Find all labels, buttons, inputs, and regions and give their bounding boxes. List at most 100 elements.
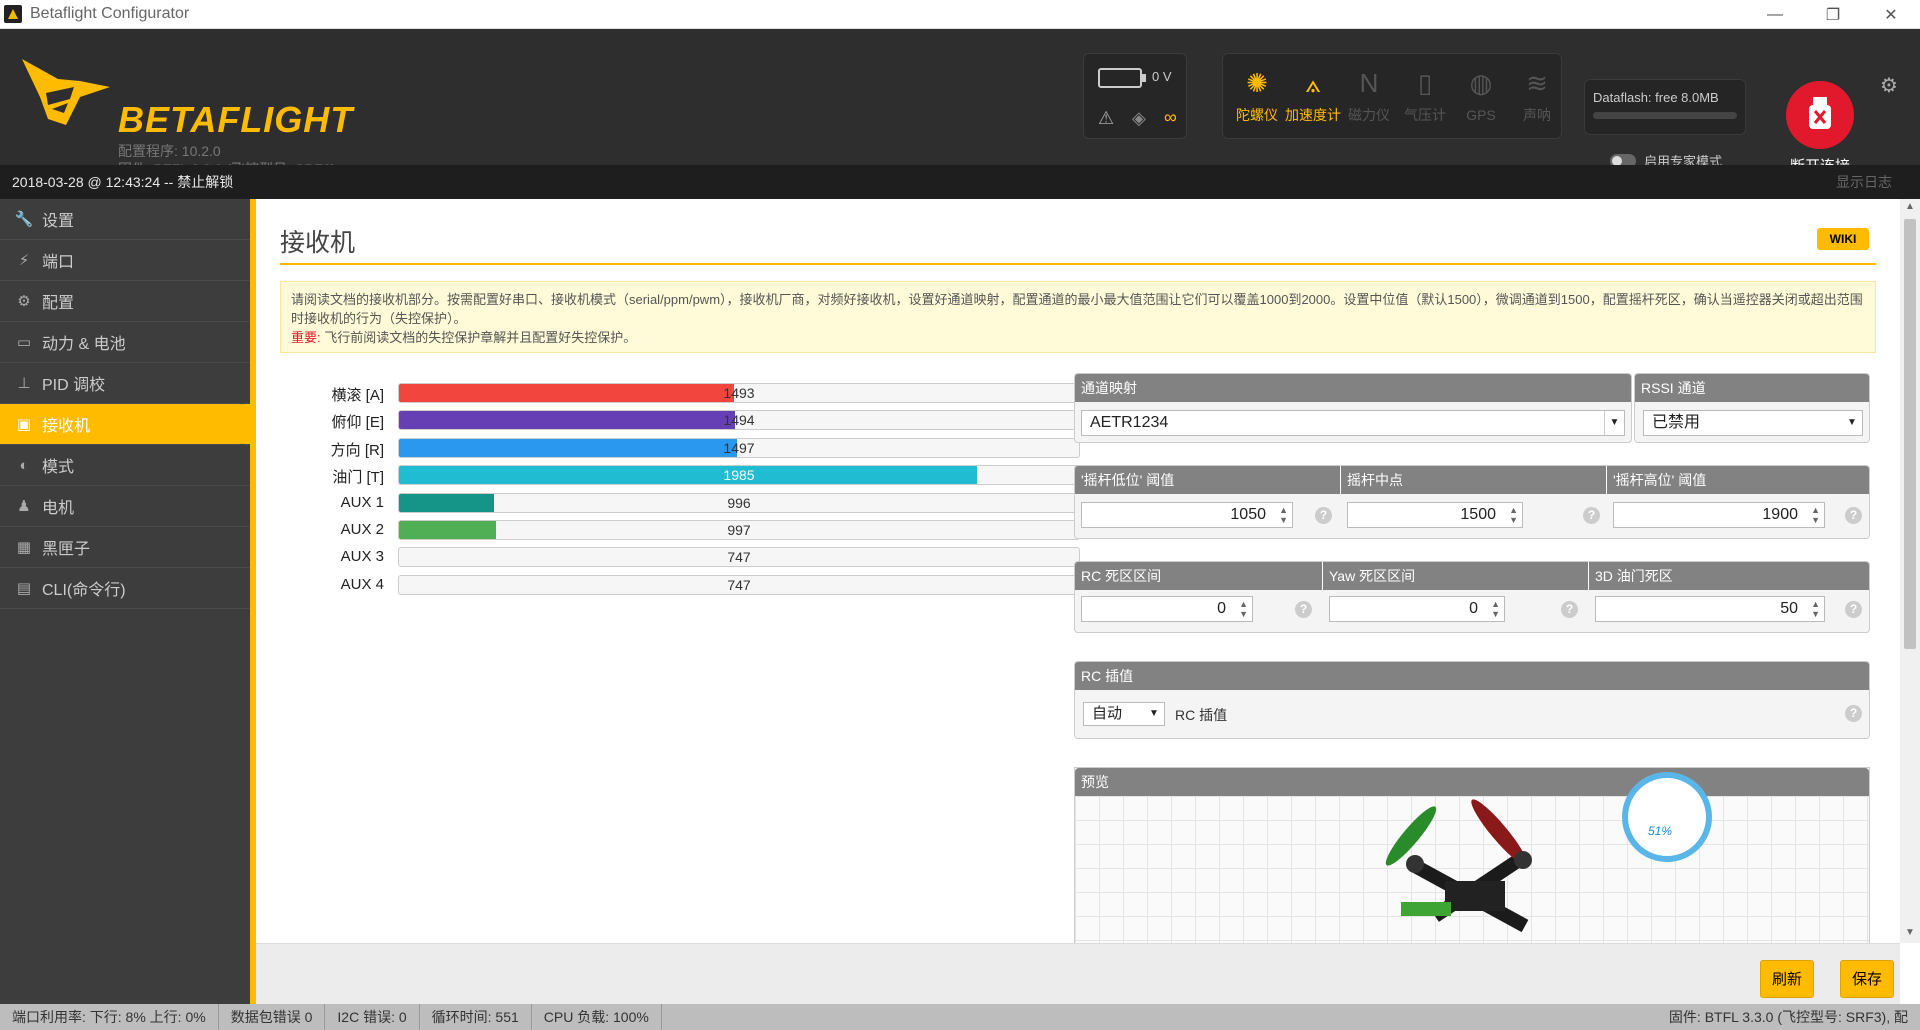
- sitemap-icon: ⊥: [17, 375, 31, 392]
- wiki-button[interactable]: WIKI: [1817, 228, 1869, 250]
- blackbox-icon: ▦: [16, 539, 32, 556]
- sidebar-item-battery[interactable]: ▭ 动力 & 电池: [0, 322, 250, 363]
- channel-value: 996: [727, 494, 751, 511]
- yaw-deadband-input[interactable]: 0 ▲ ▼: [1329, 596, 1505, 622]
- refresh-button[interactable]: 刷新: [1760, 960, 1814, 998]
- spinner-icon[interactable]: ▲ ▼: [1279, 505, 1288, 525]
- spinner-icon[interactable]: ▲ ▼: [1509, 505, 1518, 525]
- sidebar-item-wrench[interactable]: 🔧 设置: [0, 199, 250, 240]
- channel-label: AUX 3: [340, 548, 384, 566]
- help-icon[interactable]: ?: [1561, 601, 1578, 618]
- sidebar-item-label: 配置: [42, 295, 75, 312]
- rssi-channel-select[interactable]: 已禁用 ▼: [1643, 410, 1863, 436]
- sidebar-item-terminal[interactable]: ▤ CLI(命令行): [0, 568, 250, 609]
- sensor-accelerometer: ⟑ 加速度计: [1285, 54, 1341, 140]
- disconnect-button[interactable]: [1786, 81, 1854, 149]
- bee-logo-icon: [22, 59, 110, 125]
- channel-bar: 747: [398, 547, 1080, 568]
- sidebar-item-gear[interactable]: ⚙ 配置: [0, 281, 250, 322]
- preview-header: 预览: [1081, 774, 1109, 790]
- help-icon[interactable]: ?: [1845, 705, 1862, 722]
- channel-row: 方向 [R] 1497: [286, 437, 1080, 459]
- sidebar-item-label: 动力 & 电池: [42, 336, 126, 353]
- app-header: BETAFLIGHT 配置程序: 10.2.0 固件: BTFL 3.3.0 (…: [0, 29, 1920, 177]
- sensor-label: GPS: [1466, 107, 1496, 123]
- magnetometer-icon: N: [1359, 68, 1379, 98]
- channel-row: AUX 3 747: [286, 546, 1080, 568]
- spinner-icon[interactable]: ▲ ▼: [1491, 599, 1500, 619]
- sidebar-item-label: 端口: [42, 254, 75, 271]
- spinner-icon[interactable]: ▲ ▼: [1811, 599, 1820, 619]
- channel-value: 1494: [723, 412, 755, 429]
- spinner-icon[interactable]: ▲ ▼: [1811, 505, 1820, 525]
- firmware-status: 固件: BTFL 3.3.0 (飞控型号: SRF3), 配: [1668, 1009, 1908, 1025]
- channel-row: 油门 [T] 1985: [286, 464, 1080, 487]
- sidebar-item-sitemap[interactable]: ⊥ PID 调校: [0, 363, 250, 404]
- sidebar-item-plug[interactable]: ⚡ 端口: [0, 240, 250, 281]
- channel-value: 1493: [723, 385, 755, 401]
- sidebar-item-receiver[interactable]: ▣ 接收机: [0, 404, 250, 445]
- channel-bar: 1985: [398, 465, 1080, 486]
- stick-center-input[interactable]: 1500 ▲ ▼: [1347, 502, 1523, 528]
- sidebar-item-blackbox[interactable]: ▦ 黑匣子: [0, 527, 250, 568]
- toggle-icon: ◐: [19, 456, 29, 474]
- sidebar-item-label: 电机: [42, 500, 75, 517]
- rc-deadband-header: RC 死区区间: [1075, 562, 1323, 590]
- minimize-button[interactable]: —: [1746, 0, 1804, 29]
- sidebar-item-label: PID 调校: [42, 377, 106, 394]
- restore-button[interactable]: ❐: [1804, 0, 1862, 29]
- title-divider: [280, 263, 1876, 265]
- sensor-label: 气压计: [1404, 107, 1446, 123]
- datetime-arming-status: 2018-03-28 @ 12:43:24 -- 禁止解锁: [12, 174, 234, 190]
- sensor-label: 声呐: [1523, 107, 1551, 123]
- plug-icon: ⚡: [18, 252, 30, 269]
- dataflash-box: Dataflash: free 8.0MB: [1584, 79, 1746, 135]
- brand-wordmark: BETAFLIGHT: [118, 99, 354, 140]
- stick-high-input[interactable]: 1900 ▲ ▼: [1613, 502, 1825, 528]
- sensor-gyro: ✺ 陀螺仪: [1229, 54, 1285, 140]
- help-icon[interactable]: ?: [1295, 601, 1312, 618]
- scroll-down-icon[interactable]: ▼: [1900, 927, 1920, 938]
- important-label: 重要:: [291, 330, 321, 345]
- help-icon[interactable]: ?: [1845, 601, 1862, 618]
- stick-center-header: 摇杆中点: [1341, 466, 1607, 494]
- channel-label: 油门 [T]: [332, 469, 384, 487]
- sidebar-item-toggle[interactable]: ◐ 模式: [0, 445, 250, 486]
- help-icon[interactable]: ?: [1583, 507, 1600, 524]
- stick-high-header: '摇杆高位' 阈值: [1613, 472, 1707, 488]
- battery-icon: ▭: [16, 334, 32, 351]
- scroll-thumb[interactable]: [1904, 219, 1916, 649]
- help-icon[interactable]: ?: [1845, 507, 1862, 524]
- rssi-channel-header: RSSI 通道: [1641, 380, 1706, 396]
- spinner-icon[interactable]: ▲ ▼: [1239, 599, 1248, 619]
- channel-row: 横滚 [A] 1493: [286, 382, 1080, 404]
- rc-deadband-input[interactable]: 0 ▲ ▼: [1081, 596, 1253, 622]
- chevron-down-icon: ▼: [1604, 411, 1624, 435]
- close-button[interactable]: ✕: [1862, 0, 1920, 29]
- channel-row: AUX 1 996: [286, 492, 1080, 514]
- channel-map-value: AETR1234: [1090, 414, 1169, 431]
- help-icon[interactable]: ?: [1315, 507, 1332, 524]
- channel-row: AUX 2 997: [286, 519, 1080, 541]
- rc-interpolation-select[interactable]: 自动 ▼: [1083, 702, 1165, 726]
- battery-status-box: 0 V ⚠ ◈ ∞: [1083, 53, 1187, 139]
- stick-high-value: 1900: [1762, 506, 1798, 523]
- channel-label: AUX 1: [340, 493, 384, 511]
- battery-voltage: 0 V: [1152, 69, 1172, 84]
- usb-disconnect-icon: [1809, 97, 1831, 129]
- yaw-deadband-header: Yaw 死区区间: [1323, 562, 1589, 590]
- throttle3d-deadband-input[interactable]: 50 ▲ ▼: [1595, 596, 1825, 622]
- sidebar-item-label: 设置: [42, 213, 75, 230]
- save-button[interactable]: 保存: [1840, 960, 1894, 998]
- scroll-up-icon[interactable]: ▲: [1900, 201, 1920, 212]
- channel-map-input[interactable]: AETR1234 ▼: [1081, 410, 1625, 436]
- settings-gear-icon[interactable]: ⚙: [1880, 73, 1898, 98]
- preview-panel: 预览: [1074, 767, 1870, 943]
- stick-low-input[interactable]: 1050 ▲ ▼: [1081, 502, 1293, 528]
- important-text: 飞行前阅读文档的失控保护章解并且配置好失控保护。: [324, 330, 637, 345]
- main-scrollbar[interactable]: ▲ ▼: [1900, 199, 1920, 943]
- motor-icon: ♟: [17, 498, 31, 515]
- sidebar-item-motor[interactable]: ♟ 电机: [0, 486, 250, 527]
- stick-thresholds-panel: '摇杆低位' 阈值 摇杆中点 '摇杆高位' 阈值 1050 ▲ ▼ ? 1500 ▲ ▼…: [1074, 465, 1870, 539]
- show-log-link[interactable]: 显示日志: [1836, 165, 1892, 199]
